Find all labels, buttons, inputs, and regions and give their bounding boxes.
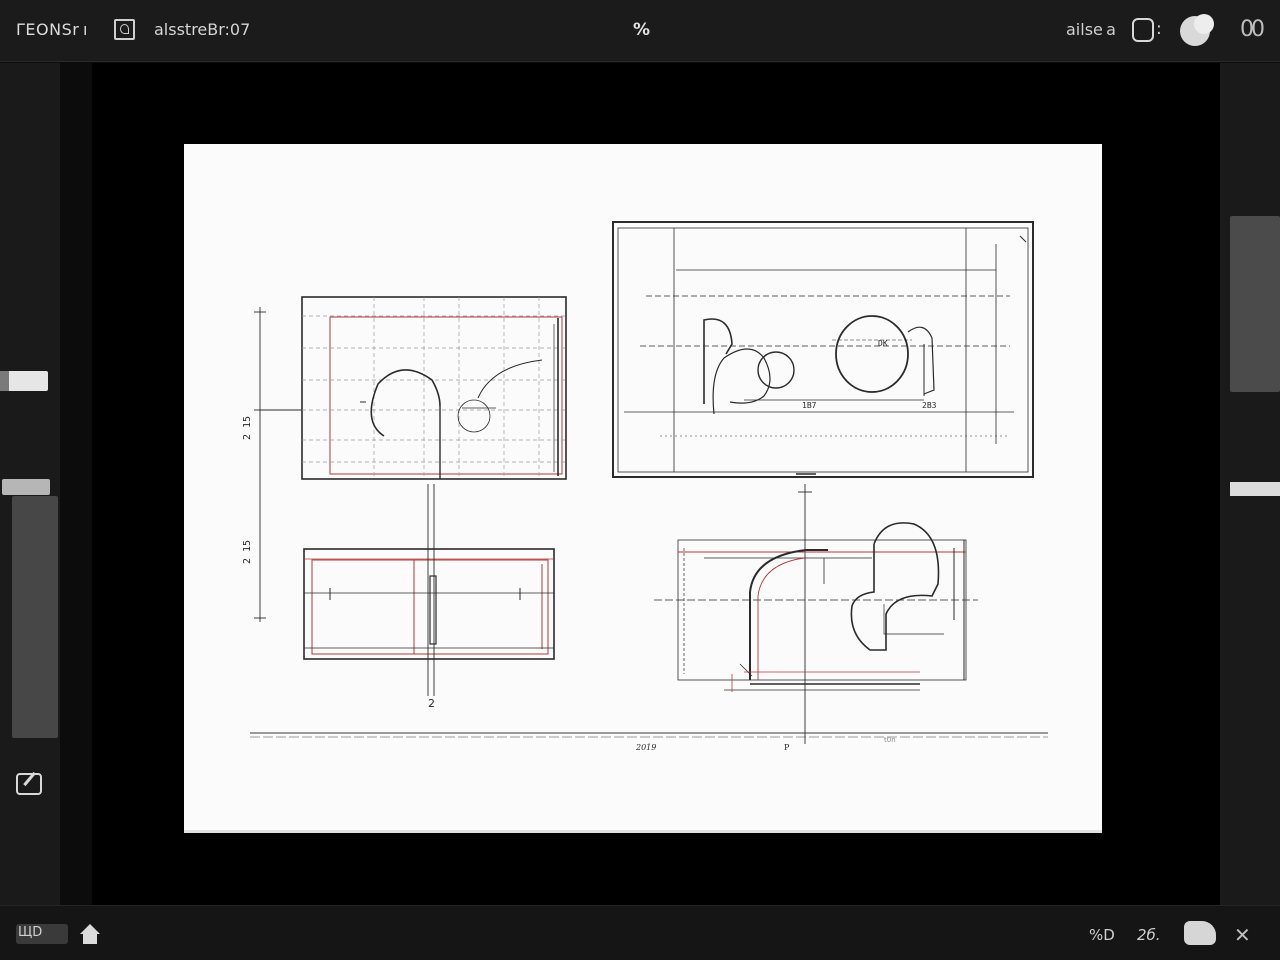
theme-toggle-icon[interactable]: [1180, 14, 1216, 46]
document-name[interactable]: alsstreBr:07: [154, 20, 250, 39]
right-panel-scrollbar[interactable]: [1230, 216, 1280, 392]
document-icon[interactable]: [114, 19, 135, 40]
more-menu-button[interactable]: 00: [1240, 17, 1265, 42]
plan-label-2: 2B3: [922, 401, 937, 410]
zoom-label[interactable]: ailse a: [1066, 20, 1116, 39]
right-plan-view: [612, 221, 1034, 478]
home-icon[interactable]: [80, 924, 100, 946]
top-toolbar: ΓEONSr ı alsstreBr:07 % ailse a : 00: [0, 0, 1280, 62]
center-logo-icon: %: [633, 20, 651, 40]
right-sidebar: [1220, 63, 1280, 905]
right-detail-view: [654, 484, 978, 744]
footer-label-center: P: [784, 743, 790, 752]
zoom-separator: :: [1156, 19, 1162, 39]
view-mode-icon[interactable]: [1184, 921, 1216, 945]
zoom-toggle-icon[interactable]: [1132, 18, 1154, 42]
technical-drawing: 2 15 2 15 2 1B7 2B3 DK 2019 P t0n: [242, 221, 1048, 752]
page-count: 2б.: [1137, 926, 1161, 944]
right-panel-tab[interactable]: [1230, 482, 1280, 496]
bottom-toolbar: ЩD %D 2б. ✕: [0, 905, 1280, 960]
edit-icon[interactable]: [16, 773, 42, 795]
left-dimension-chain: [254, 307, 302, 622]
left-panel-tab-primary[interactable]: [0, 371, 48, 391]
left-view-label: 2: [428, 697, 435, 710]
left-dimension-lower: 2 15: [242, 540, 253, 564]
close-icon[interactable]: ✕: [1234, 923, 1251, 947]
left-section-view: [303, 484, 555, 696]
drawing-baseline: [250, 732, 1048, 738]
plan-label-3: DK: [878, 339, 888, 348]
footer-label-right: t0n: [884, 736, 896, 744]
canvas-viewport[interactable]: 2 15 2 15 2 1B7 2B3 DK 2019 P t0n: [92, 63, 1220, 905]
footer-label-left: 2019: [635, 743, 656, 752]
page-indicator[interactable]: ЩD: [16, 924, 68, 944]
left-dimension-upper: 2 15: [242, 416, 253, 440]
left-elevation-view: [301, 296, 567, 480]
grid-toggle[interactable]: %D: [1089, 926, 1115, 944]
app-title: ΓEONSr ı: [16, 20, 88, 39]
plan-label-1: 1B7: [802, 401, 817, 410]
drawing-page[interactable]: 2 15 2 15 2 1B7 2B3 DK 2019 P t0n: [184, 144, 1102, 833]
left-sidebar: [0, 63, 60, 905]
left-panel-tab-secondary[interactable]: [2, 479, 50, 495]
left-panel-scrollbar[interactable]: [12, 496, 58, 738]
